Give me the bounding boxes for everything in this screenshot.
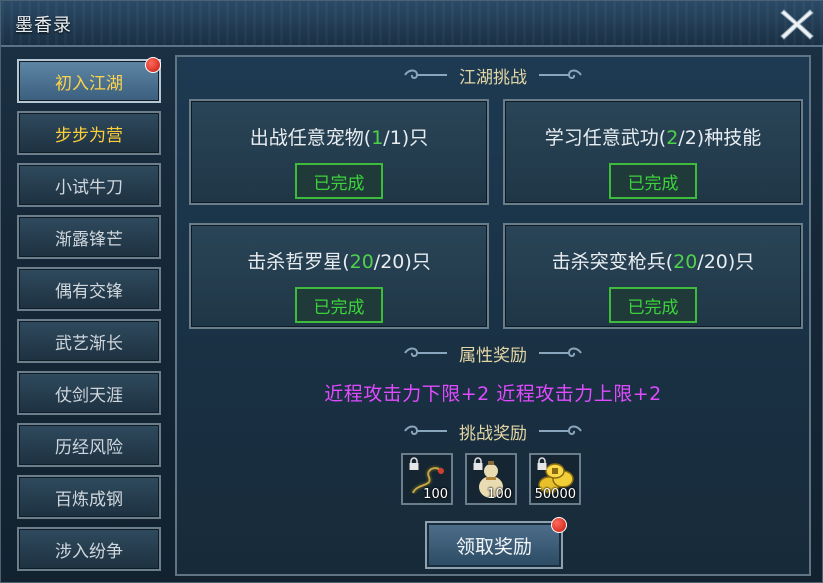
challenge-panel: 江湖挑战 出战任意宠物(1/1)只 已完成 学习任意武功(2/2)种技能 已完成…: [175, 55, 811, 576]
challenge-section-header: 江湖挑战: [177, 63, 809, 88]
claim-reward-label: 领取奖励: [455, 535, 532, 558]
task-description: 出战任意宠物(1/1)只: [191, 123, 487, 150]
task-description: 学习任意武功(2/2)种技能: [505, 123, 801, 150]
challenge-reward-header: 挑战奖励: [177, 419, 809, 444]
task-card: 学习任意武功(2/2)种技能 已完成: [503, 99, 803, 205]
lock-icon: [409, 457, 419, 470]
lock-icon: [473, 457, 483, 470]
red-dot-badge-icon: [551, 517, 567, 533]
sidebar-item-label: 历经风险: [55, 437, 123, 458]
chapter-sidebar: 初入江湖 步步为营 小试牛刀 渐露锋芒 偶有交锋 武艺渐长 仗剑天涯 历经风险 …: [17, 57, 163, 579]
sidebar-item-jian-lu-feng-mang[interactable]: 渐露锋芒: [17, 215, 161, 259]
sidebar-item-xiao-shi-niu-dao[interactable]: 小试牛刀: [17, 163, 161, 207]
sidebar-item-label: 偶有交锋: [55, 281, 123, 302]
claim-reward-button[interactable]: 领取奖励: [425, 517, 567, 569]
task-progress: 20: [349, 251, 374, 273]
completed-button[interactable]: 已完成: [295, 163, 383, 199]
completed-button[interactable]: 已完成: [609, 163, 697, 199]
red-dot-badge-icon: [145, 57, 161, 73]
sidebar-item-label: 渐露锋芒: [55, 229, 123, 250]
window-title: 墨香录: [15, 15, 72, 36]
task-progress: 1: [371, 127, 384, 149]
task-card: 出战任意宠物(1/1)只 已完成: [189, 99, 489, 205]
task-prefix: 学习任意武功(: [544, 127, 667, 149]
task-suffix: /2)种技能: [678, 127, 762, 149]
reward-item-list: 100 100 50000: [401, 453, 581, 505]
cloud-swirl-icon: [539, 347, 582, 357]
cloud-swirl-icon: [539, 425, 582, 435]
mo-xiang-lu-window: 墨香录 初入江湖 步步为营 小试牛刀 渐露锋芒 偶有交锋 武艺渐长 仗剑天涯 历…: [0, 0, 823, 583]
sidebar-item-wu-yi-jian-zhang[interactable]: 武艺渐长: [17, 319, 161, 363]
challenge-reward-title: 挑战奖励: [459, 423, 527, 444]
completed-button[interactable]: 已完成: [609, 287, 697, 323]
reward-slot[interactable]: 100: [401, 453, 453, 505]
attribute-reward-text: 近程攻击力下限+2 近程攻击力上限+2: [324, 383, 662, 405]
sidebar-item-label: 步步为营: [55, 125, 123, 146]
sidebar-item-bai-lian-cheng-gang[interactable]: 百炼成钢: [17, 475, 161, 519]
task-suffix: /20)只: [697, 251, 755, 273]
task-prefix: 出战任意宠物(: [249, 127, 372, 149]
cloud-swirl-icon: [539, 69, 582, 79]
sidebar-item-label: 涉入纷争: [55, 541, 123, 562]
task-description: 击杀突变枪兵(20/20)只: [505, 247, 801, 274]
title-bar: 墨香录: [1, 1, 823, 47]
challenge-section-title: 江湖挑战: [459, 67, 527, 88]
lock-icon: [537, 457, 547, 470]
cloud-swirl-icon: [404, 69, 447, 79]
reward-quantity: 100: [423, 487, 448, 502]
sidebar-item-chu-ru-jiang-hu[interactable]: 初入江湖: [17, 57, 161, 103]
task-progress: 2: [666, 127, 679, 149]
sidebar-item-li-jing-feng-xian[interactable]: 历经风险: [17, 423, 161, 467]
sidebar-item-zhang-jian-tian-ya[interactable]: 仗剑天涯: [17, 371, 161, 415]
task-card: 击杀突变枪兵(20/20)只 已完成: [503, 223, 803, 329]
sidebar-item-bu-bu-wei-ying[interactable]: 步步为营: [17, 111, 161, 155]
sidebar-item-label: 武艺渐长: [55, 333, 123, 354]
task-prefix: 击杀哲罗星(: [247, 251, 350, 273]
sidebar-item-label: 百炼成钢: [55, 489, 123, 510]
completed-button[interactable]: 已完成: [295, 287, 383, 323]
reward-slot[interactable]: 50000: [529, 453, 581, 505]
task-suffix: /1)只: [383, 127, 429, 149]
reward-quantity: 50000: [534, 487, 576, 502]
task-prefix: 击杀突变枪兵(: [551, 251, 674, 273]
reward-slot[interactable]: 100: [465, 453, 517, 505]
cloud-swirl-icon: [404, 347, 447, 357]
task-suffix: /20)只: [373, 251, 431, 273]
sidebar-item-label: 小试牛刀: [55, 177, 123, 198]
sidebar-item-ou-you-jiao-feng[interactable]: 偶有交锋: [17, 267, 161, 311]
reward-quantity: 100: [487, 487, 512, 502]
sidebar-item-label: 仗剑天涯: [55, 385, 123, 406]
task-card: 击杀哲罗星(20/20)只 已完成: [189, 223, 489, 329]
sidebar-item-she-ru-fen-zheng[interactable]: 涉入纷争: [17, 527, 161, 571]
attribute-reward-title: 属性奖励: [459, 345, 527, 366]
sidebar-item-label: 初入江湖: [55, 73, 123, 94]
task-description: 击杀哲罗星(20/20)只: [191, 247, 487, 274]
attribute-reward-header: 属性奖励: [177, 341, 809, 366]
task-progress: 20: [673, 251, 698, 273]
cloud-swirl-icon: [404, 425, 447, 435]
close-x-icon[interactable]: [778, 5, 816, 43]
